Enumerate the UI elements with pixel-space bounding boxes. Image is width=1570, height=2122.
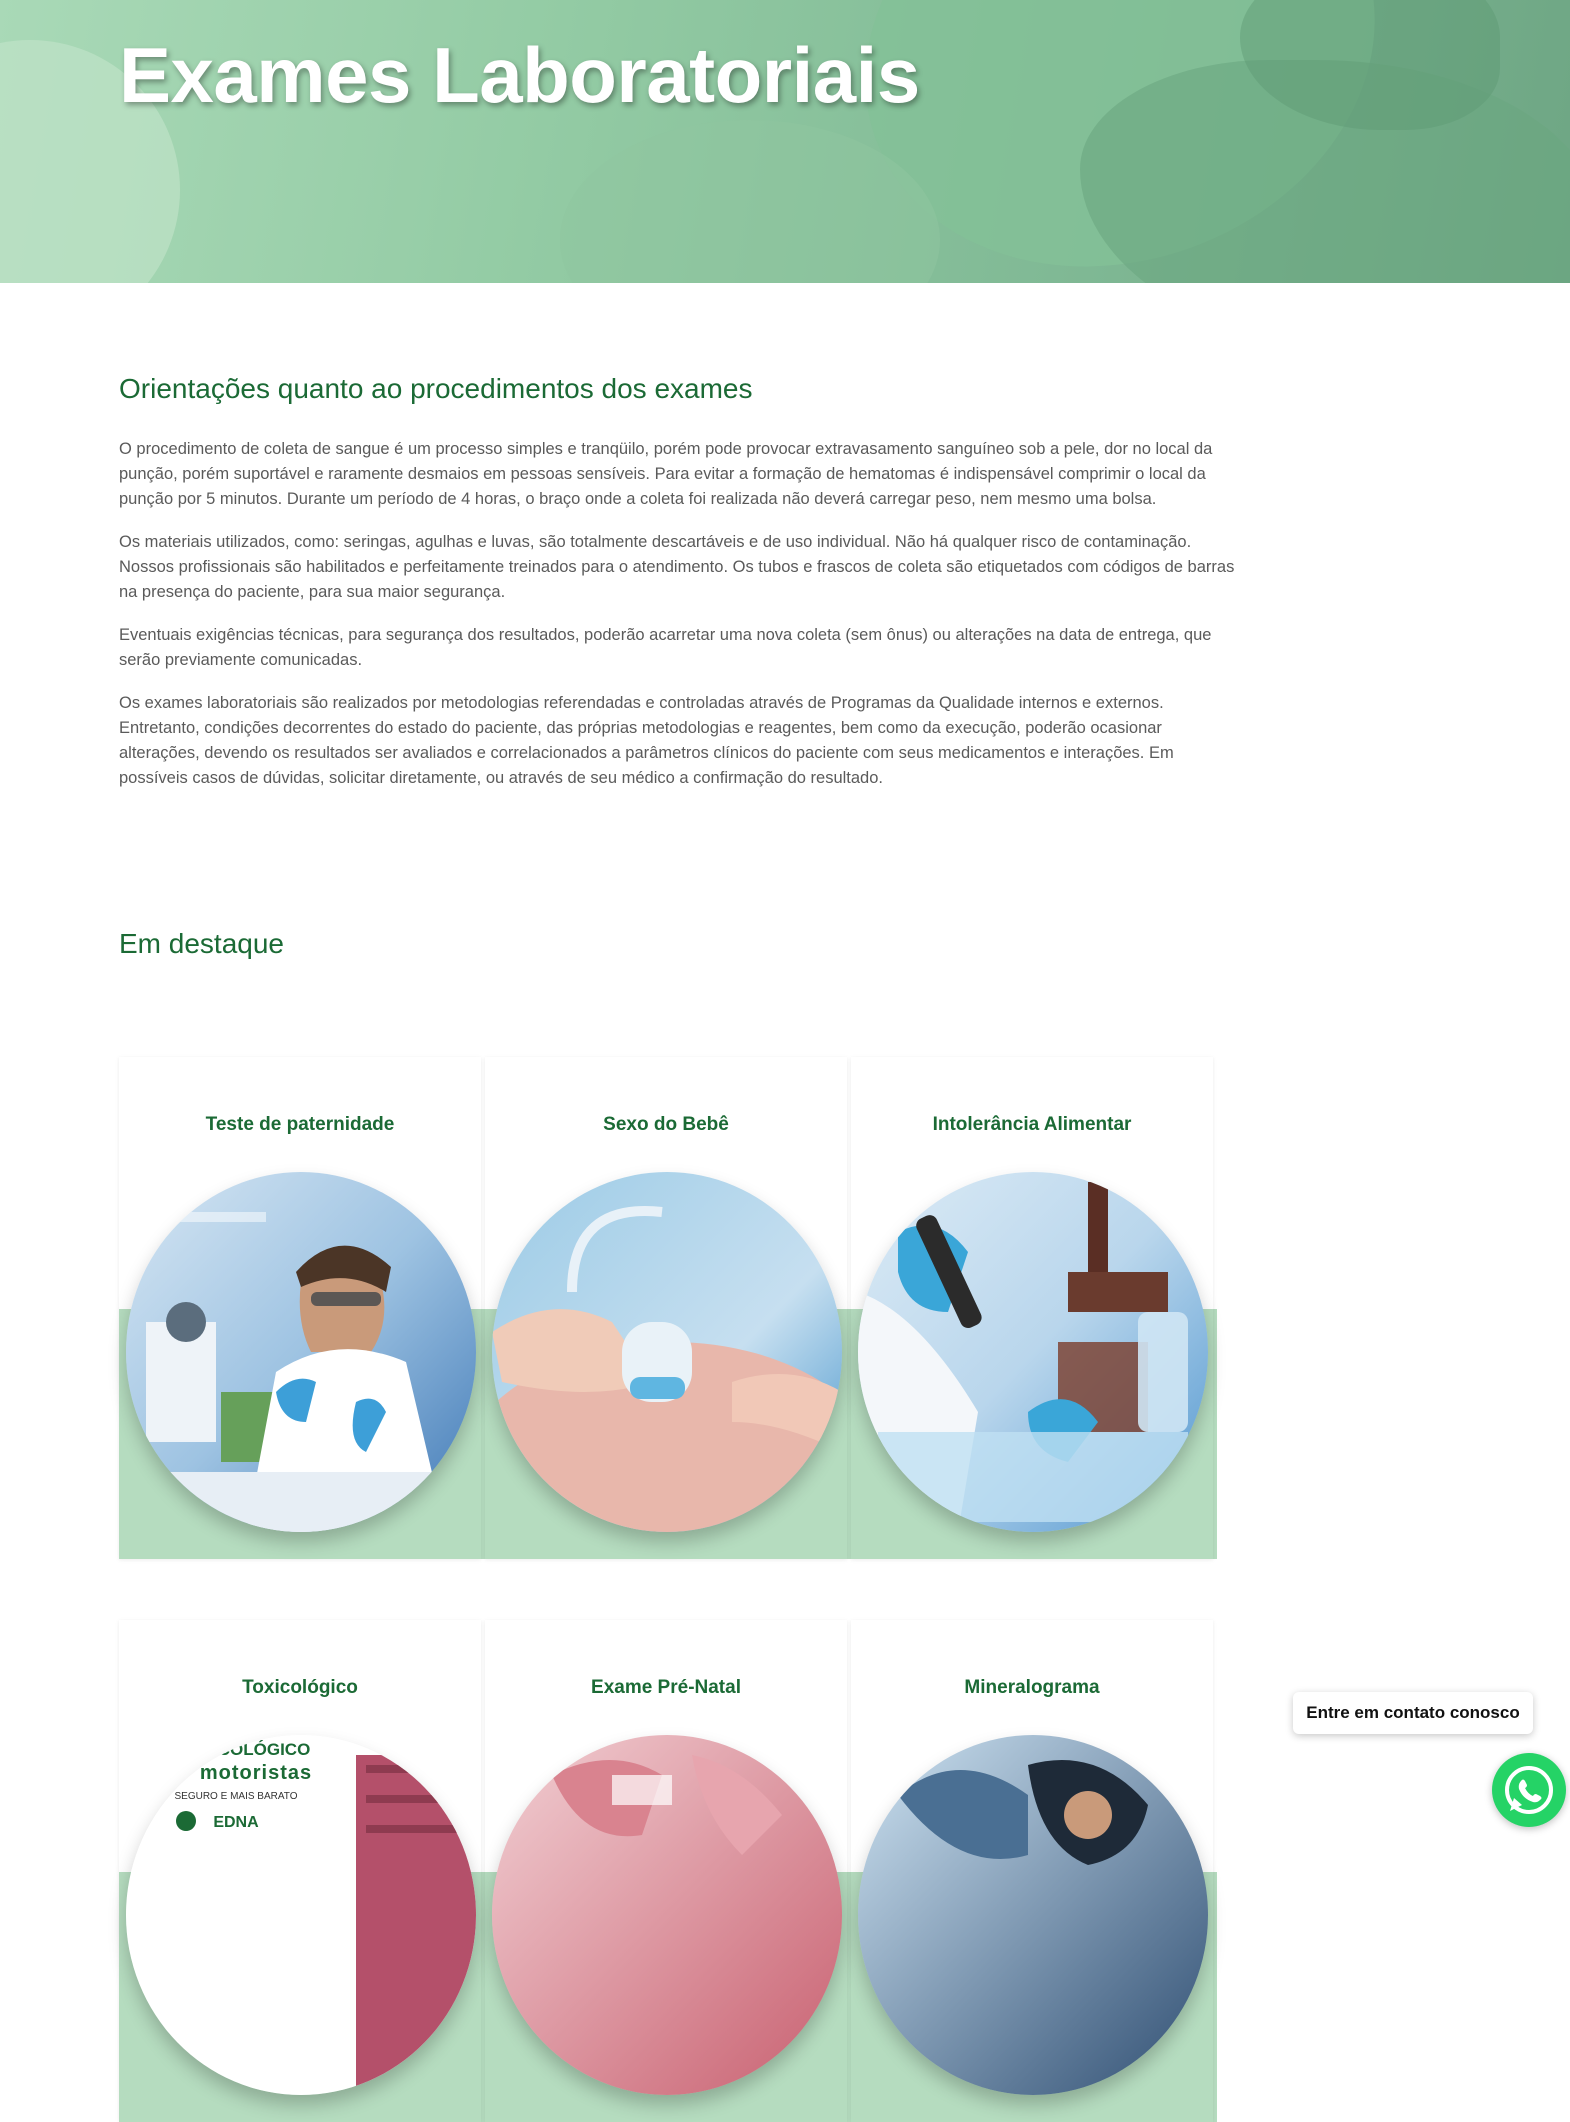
guidance-paragraph: O procedimento de coleta de sangue é um … (119, 440, 1213, 508)
card-title[interactable]: Intolerância Alimentar (851, 1114, 1213, 1136)
whatsapp-icon[interactable] (1492, 1753, 1566, 1827)
card-photo-pipette[interactable] (858, 1172, 1208, 1532)
card-title[interactable]: Mineralograma (851, 1677, 1213, 1699)
card-title[interactable]: Teste de paternidade (119, 1114, 481, 1136)
image-text: EDNA (213, 1814, 259, 1831)
guidance-paragraph: Eventuais exigências técnicas, para segu… (119, 626, 1212, 669)
card-title[interactable]: Exame Pré-Natal (485, 1677, 847, 1699)
card-photo-ultrasound[interactable] (492, 1172, 842, 1532)
card-photo-prenatal[interactable] (492, 1735, 842, 2095)
image-text: motoristas (200, 1762, 312, 1784)
card-photo-mineralogram[interactable] (858, 1735, 1208, 2095)
card-photo-toxicology-ad[interactable]: XICOLÓGICO motoristas SEGURO E MAIS BARA… (126, 1735, 476, 2095)
whatsapp-button[interactable] (1492, 1753, 1566, 1827)
card-paternity-test[interactable]: Teste de paternidade (119, 1057, 481, 1559)
featured-cards-row: Teste de paternidade Sexo do Bebê Intole… (119, 1057, 1217, 1559)
card-mineralogram[interactable]: Mineralograma (851, 1620, 1213, 2122)
card-baby-sex[interactable]: Sexo do Bebê (485, 1057, 847, 1559)
card-title[interactable]: Sexo do Bebê (485, 1114, 847, 1136)
guidance-paragraph: Os exames laboratoriais são realizados p… (119, 694, 1174, 787)
card-toxicology[interactable]: Toxicológico XICOLÓGICO motoristas SEGUR… (119, 1620, 481, 2122)
card-food-intolerance[interactable]: Intolerância Alimentar (851, 1057, 1213, 1559)
page-title: Exames Laboratoriais (119, 31, 920, 119)
contact-us-bubble[interactable]: Entre em contato conosco (1293, 1692, 1533, 1734)
featured-heading: Em destaque (119, 928, 284, 959)
guidance-paragraph: Os materiais utilizados, como: seringas,… (119, 533, 1235, 601)
featured-cards-row: Toxicológico XICOLÓGICO motoristas SEGUR… (119, 1620, 1217, 2122)
hero-banner: Exames Laboratoriais (0, 0, 1570, 283)
card-prenatal-exam[interactable]: Exame Pré-Natal (485, 1620, 847, 2122)
guidance-text: O procedimento de coleta de sangue é um … (119, 437, 1245, 809)
card-title[interactable]: Toxicológico (119, 1677, 481, 1699)
guidance-heading: Orientações quanto ao procedimentos dos … (119, 373, 753, 404)
card-photo-lab-scientist[interactable] (126, 1172, 476, 1532)
image-text: SEGURO E MAIS BARATO (175, 1791, 298, 1802)
